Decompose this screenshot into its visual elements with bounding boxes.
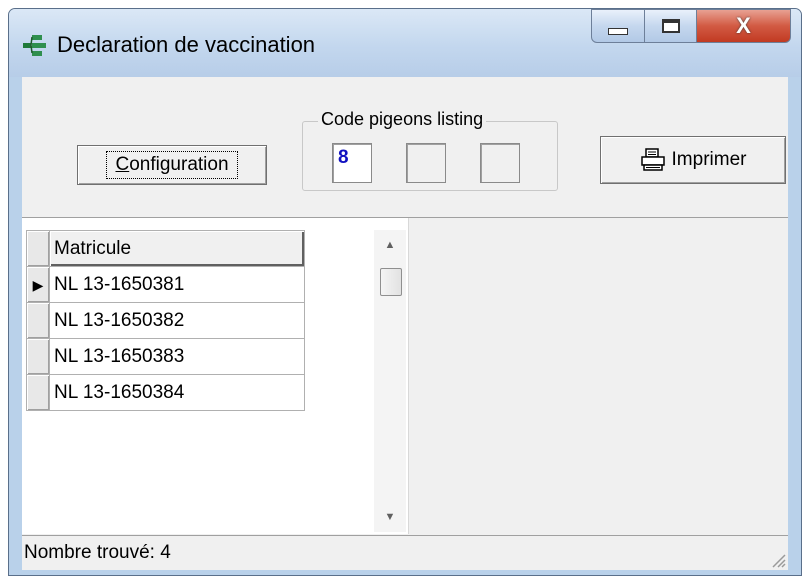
matricule-grid[interactable]: Matricule ▶ NL 13-1650381 NL 13-1650382 … xyxy=(22,218,409,534)
table-row[interactable]: NL 13-1650382 xyxy=(26,302,305,339)
matricule-cell[interactable]: NL 13-1650383 xyxy=(49,338,305,375)
close-button[interactable]: X xyxy=(697,9,791,43)
maximize-button[interactable] xyxy=(645,9,697,43)
matricule-cell[interactable]: NL 13-1650384 xyxy=(49,374,305,411)
print-label: Imprimer xyxy=(671,149,747,170)
resize-grip-icon[interactable] xyxy=(768,550,786,568)
matricule-cell[interactable]: NL 13-1650382 xyxy=(49,302,305,339)
table-row[interactable]: NL 13-1650383 xyxy=(26,338,305,375)
code-field-2[interactable] xyxy=(406,143,446,183)
scroll-up-icon[interactable]: ▲ xyxy=(374,230,406,260)
column-header-matricule[interactable]: Matricule xyxy=(49,230,305,267)
configuration-label: Configuration xyxy=(106,151,238,179)
printer-icon xyxy=(640,148,665,171)
row-indicator[interactable] xyxy=(26,302,50,339)
row-indicator[interactable] xyxy=(26,338,50,375)
configuration-button[interactable]: Configuration xyxy=(77,145,267,185)
row-indicator[interactable] xyxy=(26,374,50,411)
minimize-icon xyxy=(608,27,628,35)
code-listing-legend: Code pigeons listing xyxy=(318,109,487,130)
status-bar: Nombre trouvé: 4 xyxy=(22,535,788,570)
print-button[interactable]: Imprimer xyxy=(600,136,786,184)
caption-buttons: X xyxy=(591,9,791,45)
scroll-thumb[interactable] xyxy=(380,268,402,296)
current-row-arrow-icon: ▶ xyxy=(32,276,44,293)
toolbar-panel: Configuration Code pigeons listing 8 Imp… xyxy=(22,77,788,218)
code-field-3[interactable] xyxy=(480,143,520,183)
close-icon: X xyxy=(736,13,751,38)
maximize-icon xyxy=(661,19,680,33)
scroll-down-icon[interactable]: ▼ xyxy=(374,502,406,532)
status-count: Nombre trouvé: 4 xyxy=(24,542,171,563)
code-field-1[interactable]: 8 xyxy=(332,143,372,183)
window-title: Declaration de vaccination xyxy=(57,32,316,57)
table-row[interactable]: ▶ NL 13-1650381 xyxy=(26,266,305,303)
table-row[interactable]: NL 13-1650384 xyxy=(26,374,305,411)
empty-panel xyxy=(409,218,788,534)
minimize-button[interactable] xyxy=(591,9,645,43)
table-header-row: Matricule xyxy=(26,230,305,267)
matricule-table: Matricule ▶ NL 13-1650381 NL 13-1650382 … xyxy=(26,230,305,411)
title-bar[interactable]: Declaration de vaccination X xyxy=(9,9,801,77)
row-indicator[interactable]: ▶ xyxy=(26,266,50,303)
matricule-cell[interactable]: NL 13-1650381 xyxy=(49,266,305,303)
app-window: Declaration de vaccination X Configurati… xyxy=(8,8,802,576)
grid-vertical-scrollbar[interactable]: ▲ ▼ xyxy=(374,230,406,532)
client-area: Configuration Code pigeons listing 8 Imp… xyxy=(22,77,788,570)
header-indicator-cell xyxy=(26,230,50,267)
app-icon[interactable] xyxy=(21,31,49,59)
